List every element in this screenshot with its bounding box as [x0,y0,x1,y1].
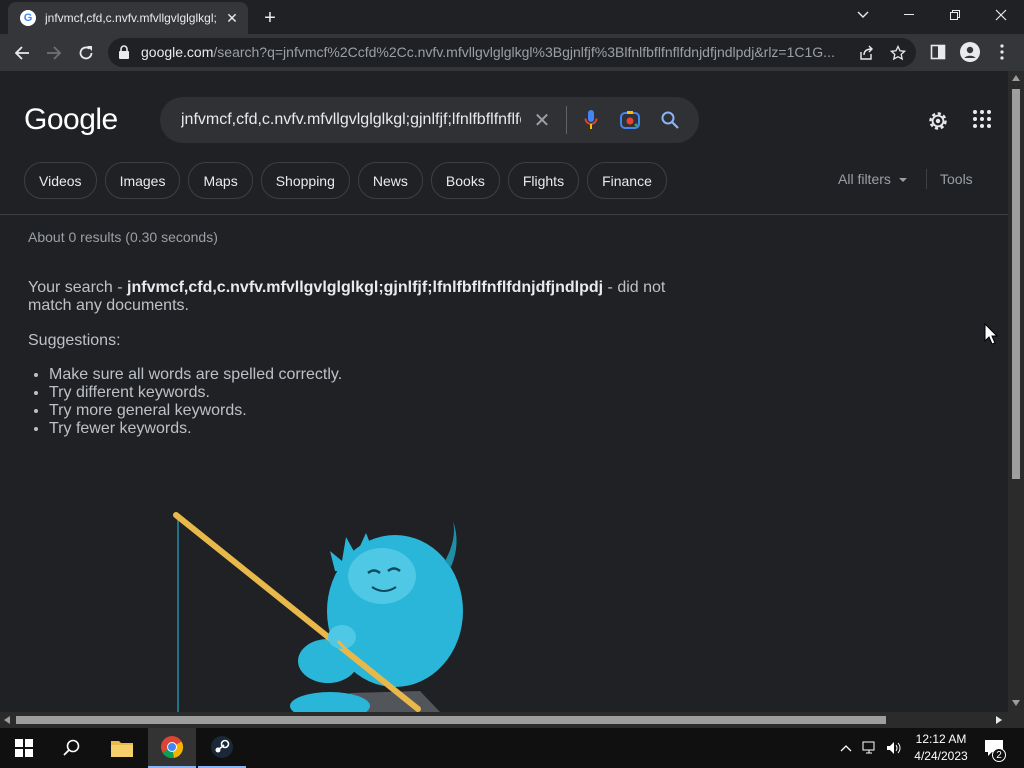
start-button[interactable] [0,728,48,768]
new-tab-button[interactable]: + [258,6,282,30]
reload-button[interactable] [73,40,99,66]
no-results-prefix: Your search - [28,279,128,296]
chip-maps[interactable]: Maps [188,162,253,199]
chip-finance[interactable]: Finance [587,162,667,199]
scrollbar-corner [1008,712,1024,728]
search-box[interactable]: jnfvmcf,cfd,c.nvfv.mfvllgvlglglkgl;gjnlf… [160,97,699,143]
horizontal-scrollbar[interactable] [0,712,1008,728]
url-text: google.com/search?q=jnfvmcf%2Ccfd%2Cc.nv… [141,44,841,60]
side-panel-icon[interactable] [928,42,948,62]
scroll-down-arrow-icon[interactable] [1012,700,1020,706]
scroll-right-arrow-icon[interactable] [996,716,1002,724]
suggestions-list: Make sure all words are spelled correctl… [49,366,342,438]
windows-taskbar: 12:12 AM 4/24/2023 2 [0,728,1024,768]
dropdown-arrow-icon [898,178,907,183]
suggestions-heading: Suggestions: [28,332,121,349]
fishing-yeti-illustration [173,512,463,712]
lens-camera-icon[interactable] [618,108,642,132]
suggestion-item: Try fewer keywords. [49,420,342,438]
url-domain: google.com [141,44,214,60]
search-submit-icon[interactable] [658,108,682,132]
lock-icon[interactable] [118,45,132,59]
header-divider [0,214,1008,215]
horizontal-scroll-thumb[interactable] [16,716,886,724]
scroll-up-arrow-icon[interactable] [1012,75,1020,81]
all-filters-label: All filters [838,171,891,187]
chip-images[interactable]: Images [104,162,181,199]
search-input[interactable]: jnfvmcf,cfd,c.nvfv.mfvllgvlglglkgl;gjnlf… [181,111,521,129]
profile-avatar-icon[interactable] [960,42,980,62]
minimize-button[interactable] [886,0,932,30]
all-filters-button[interactable]: All filters [838,171,907,187]
browser-toolbar: google.com/search?q=jnfvmcf%2Ccfd%2Cc.nv… [0,34,1024,71]
tab-title: jnfvmcf,cfd,c.nvfv.mfvllgvlglglkgl; [45,11,217,25]
address-bar[interactable]: google.com/search?q=jnfvmcf%2Ccfd%2Cc.nv… [108,38,916,67]
chip-news[interactable]: News [357,162,423,199]
close-window-button[interactable] [978,0,1024,30]
suggestion-item: Try different keywords. [49,384,342,402]
chip-videos[interactable]: Videos [24,162,97,199]
system-clock[interactable]: 12:12 AM 4/24/2023 [910,731,972,765]
chrome-taskbar-icon[interactable] [148,728,196,768]
share-icon[interactable] [856,43,876,63]
scroll-left-arrow-icon[interactable] [4,716,10,724]
tray-expand-chevron-icon[interactable] [838,740,854,756]
clock-time: 12:12 AM [915,732,967,746]
url-path: /search?q=jnfvmcf%2Ccfd%2Cc.nvfv.mfvllgv… [213,44,835,60]
chip-books[interactable]: Books [430,162,500,199]
suggestion-item: Make sure all words are spelled correctl… [49,366,342,384]
chip-flights[interactable]: Flights [507,162,580,199]
tab-close-icon[interactable]: ✕ [224,10,240,26]
volume-icon[interactable] [886,740,902,756]
bookmark-star-icon[interactable] [888,43,908,63]
tab-strip: G jnfvmcf,cfd,c.nvfv.mfvllgvlglglkgl; ✕ … [0,0,1024,34]
tools-button[interactable]: Tools [940,171,973,187]
result-stats: About 0 results (0.30 seconds) [28,229,218,245]
mouse-cursor-icon [984,323,998,345]
clock-date: 4/24/2023 [914,749,968,763]
vertical-scrollbar[interactable] [1008,71,1024,712]
no-results-query: jnfvmcf,cfd,c.nvfv.mfvllgvlglglkgl;gjnlf… [127,279,604,296]
no-results-message: Your search - jnfvmcf,cfd,c.nvfv.mfvllgv… [28,279,688,315]
back-button[interactable] [9,40,35,66]
active-tab[interactable]: G jnfvmcf,cfd,c.nvfv.mfvllgvlglglkgl; ✕ [8,2,248,34]
clear-search-icon[interactable]: ✕ [530,108,554,132]
settings-gear-icon[interactable] [926,109,950,133]
google-favicon-icon: G [20,10,36,26]
restore-button[interactable] [932,0,978,30]
chip-shopping[interactable]: Shopping [260,162,350,199]
steam-taskbar-icon[interactable] [198,728,246,768]
search-filter-chips: Videos Images Maps Shopping News Books F… [24,162,667,199]
vertical-scroll-thumb[interactable] [1012,89,1020,479]
filters-divider [926,169,927,189]
google-logo[interactable]: Google [24,103,118,137]
suggestion-item: Try more general keywords. [49,402,342,420]
network-icon[interactable] [862,740,878,756]
google-apps-grid-icon[interactable] [972,109,996,133]
page-content: Google jnfvmcf,cfd,c.nvfv.mfvllgvlglglkg… [0,71,1008,712]
search-box-divider [566,106,567,134]
tab-search-chevron-icon[interactable] [840,0,886,30]
search-taskbar-icon[interactable] [48,728,96,768]
file-explorer-icon[interactable] [98,728,146,768]
notification-count-badge: 2 [992,748,1006,762]
voice-search-mic-icon[interactable] [579,108,603,132]
browser-menu-icon[interactable] [992,42,1012,62]
forward-button[interactable] [41,40,67,66]
